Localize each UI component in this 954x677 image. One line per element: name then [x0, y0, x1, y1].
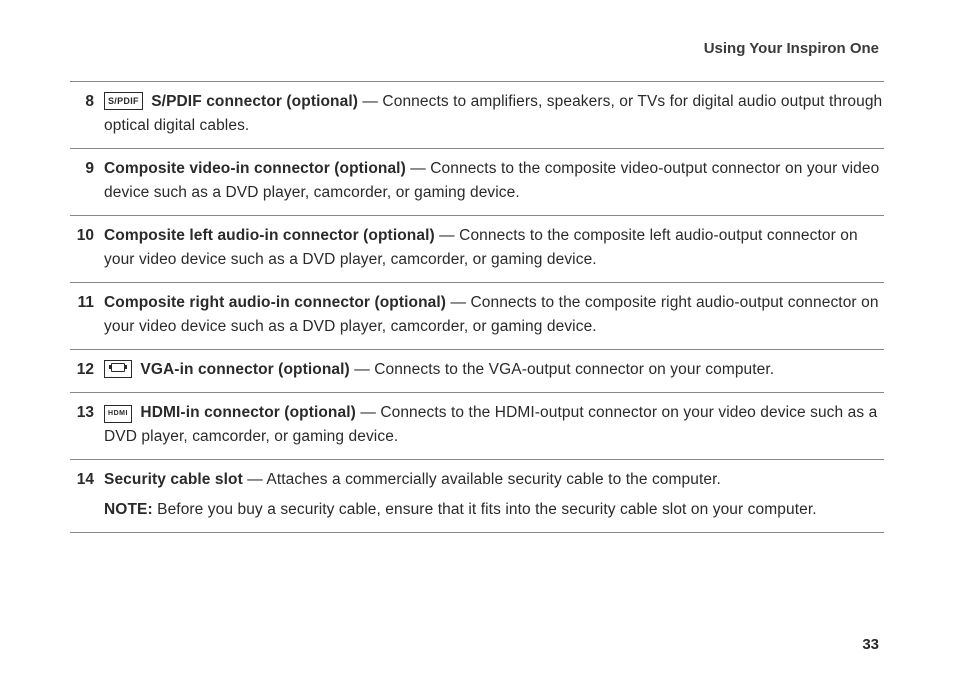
item-note: NOTE: Before you buy a security cable, e…	[104, 498, 884, 522]
item-number: 9	[70, 157, 104, 181]
item-title: HDMI-in connector (optional)	[140, 404, 355, 421]
item-content: Security cable slot — Attaches a commerc…	[104, 468, 884, 522]
list-item: 10 Composite left audio-in connector (op…	[70, 215, 884, 282]
item-title: VGA-in connector (optional)	[140, 361, 349, 378]
item-content: VGA-in connector (optional) — Connects t…	[104, 358, 884, 382]
list-item: 14 Security cable slot — Attaches a comm…	[70, 459, 884, 533]
note-label: NOTE:	[104, 501, 153, 518]
list-item: 12 VGA-in connector (optional) — Connect…	[70, 349, 884, 392]
note-text: Before you buy a security cable, ensure …	[153, 501, 817, 518]
item-number: 14	[70, 468, 104, 492]
item-number: 13	[70, 401, 104, 425]
item-number: 12	[70, 358, 104, 382]
item-content: Composite right audio-in connector (opti…	[104, 291, 884, 339]
item-content: S/PDIF S/PDIF connector (optional) — Con…	[104, 90, 884, 138]
page-header: Using Your Inspiron One	[70, 40, 884, 57]
list-item: 11 Composite right audio-in connector (o…	[70, 282, 884, 349]
page-number: 33	[862, 636, 879, 653]
item-number: 10	[70, 224, 104, 248]
item-title: Composite right audio-in connector (opti…	[104, 294, 446, 311]
item-title: Composite video-in connector (optional)	[104, 160, 406, 177]
item-number: 11	[70, 291, 104, 315]
hdmi-icon: HDMI	[104, 405, 132, 423]
vga-icon	[104, 360, 132, 378]
item-title: S/PDIF connector (optional)	[151, 93, 358, 110]
connector-list: 8 S/PDIF S/PDIF connector (optional) — C…	[70, 81, 884, 533]
list-item: 9 Composite video-in connector (optional…	[70, 148, 884, 215]
item-content: Composite left audio-in connector (optio…	[104, 224, 884, 272]
item-title: Composite left audio-in connector (optio…	[104, 227, 435, 244]
item-description: — Attaches a commercially available secu…	[243, 471, 721, 488]
list-item: 8 S/PDIF S/PDIF connector (optional) — C…	[70, 81, 884, 148]
item-content: HDMI HDMI-in connector (optional) — Conn…	[104, 401, 884, 449]
item-number: 8	[70, 90, 104, 114]
list-item: 13 HDMI HDMI-in connector (optional) — C…	[70, 392, 884, 459]
item-content: Composite video-in connector (optional) …	[104, 157, 884, 205]
item-description: — Connects to the VGA-output connector o…	[350, 361, 774, 378]
item-title: Security cable slot	[104, 471, 243, 488]
spdif-icon: S/PDIF	[104, 92, 143, 110]
